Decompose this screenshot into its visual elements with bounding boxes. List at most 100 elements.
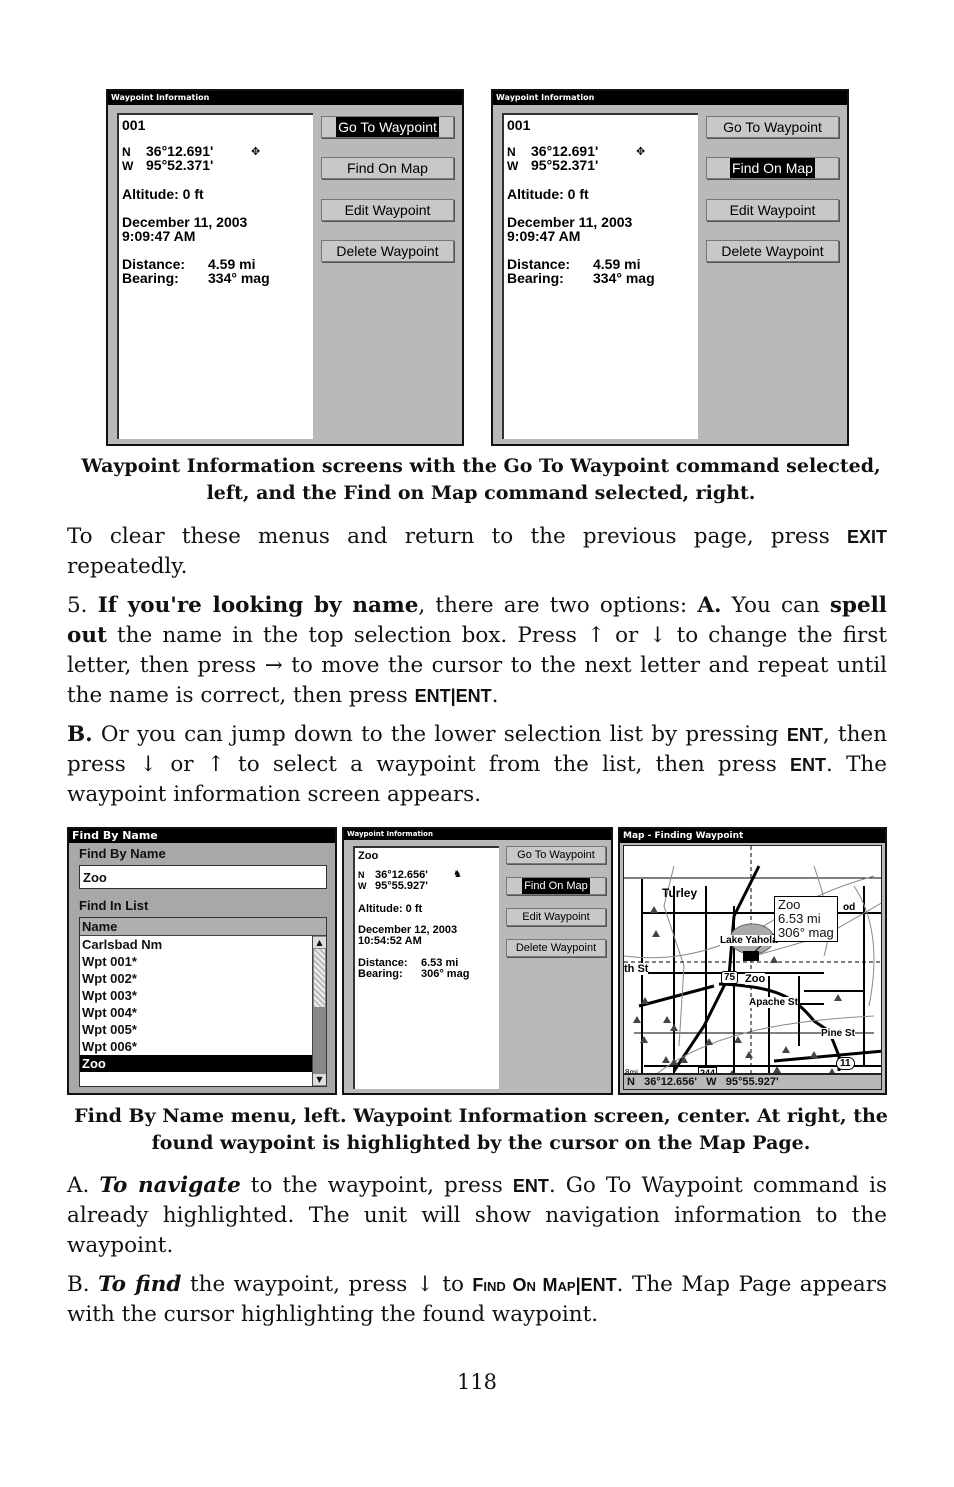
column-header-name: Name	[80, 918, 326, 936]
paragraph-clear-menus: To clear these menus and return to the p…	[67, 524, 887, 579]
popup-bearing: 306° mag	[778, 925, 834, 940]
longitude: 95°52.371'	[146, 157, 214, 173]
ent-key: ENT	[790, 755, 826, 775]
list-item[interactable]: Wpt 002*	[80, 970, 312, 987]
map-position-status: N 36°12.656' W 95°55.927'	[623, 1074, 882, 1090]
paragraph-option-b: B. Or you can jump down to the lower sel…	[67, 722, 888, 807]
down-arrow-icon: ↓	[139, 752, 158, 777]
right-arrow-icon: →	[264, 653, 283, 678]
down-arrow-icon: ↓	[415, 1272, 434, 1297]
altitude: Altitude: 0 ft	[122, 186, 204, 202]
map-label-highway-11: 11	[836, 1057, 855, 1070]
list-item[interactable]: Carlsbad Nm	[80, 936, 312, 953]
zoo-animal-icon: ♞	[453, 869, 462, 880]
figure-caption-2: Find By Name menu, left. Waypoint Inform…	[74, 1105, 888, 1154]
waypoint-details: 001 N 36°12.691' ✥ W 95°52.371' Altitude…	[502, 113, 698, 439]
waypoint-diamond-icon: ✥	[251, 145, 261, 158]
find-by-name-screen: Find By Name Find By Name Zoo Find In Li…	[67, 827, 337, 1095]
find-on-map-key: Find On Map	[472, 1275, 576, 1295]
waypoint-list: Name Carlsbad Nm Wpt 001* Wpt 002* Wpt 0…	[79, 917, 327, 1087]
ent-key: ENT	[512, 1176, 549, 1196]
ent-key: ENT	[786, 725, 823, 745]
ent-key: |ENT	[575, 1275, 617, 1295]
waypoint-details: 001 N 36°12.691' ✥ W 95°52.371' Altitude…	[117, 113, 313, 439]
map-label-lake: Lake Yahola	[720, 935, 778, 946]
ent-ent-key: ENT|ENT	[414, 686, 492, 706]
bearing-label: Bearing:	[358, 968, 403, 980]
altitude: Altitude: 0 ft	[507, 186, 589, 202]
waypoint-info-screen-right: Waypoint Information 001 N 36°12.691' ✥ …	[491, 89, 849, 446]
waypoint-name: Zoo	[358, 850, 379, 862]
go-to-waypoint-button[interactable]: Go To Waypoint	[321, 116, 454, 138]
waypoint-name: 001	[507, 117, 531, 133]
find-in-list-label: Find In List	[79, 898, 149, 913]
list-item[interactable]: Wpt 004*	[80, 1004, 312, 1021]
map-label-apache-st: Apache St	[749, 997, 798, 1008]
time: 9:09:47 AM	[507, 228, 581, 244]
up-arrow-icon: ↑	[587, 623, 606, 648]
edit-waypoint-button[interactable]: Edit Waypoint	[506, 908, 606, 926]
delete-waypoint-button[interactable]: Delete Waypoint	[706, 240, 839, 262]
paragraph-to-find: B. To find the waypoint, press ↓ to Find…	[67, 1272, 887, 1327]
map-graphics	[624, 846, 881, 1073]
popup-distance: 6.53 mi	[778, 911, 821, 926]
popup-name: Zoo	[778, 897, 801, 912]
bearing-value: 306° mag	[421, 968, 470, 980]
map-label-road: od	[843, 902, 856, 913]
bearing-label: Bearing:	[507, 270, 564, 286]
down-arrow-icon: ↓	[648, 623, 667, 648]
screen-title: Find By Name	[69, 829, 335, 843]
list-item[interactable]: Wpt 006*	[80, 1038, 312, 1055]
map-label-th-st: th St	[624, 963, 649, 975]
zoo-waypoint-icon	[743, 951, 759, 961]
waypoint-popup: Zoo 6.53 mi 306° mag	[774, 896, 838, 942]
list-item[interactable]: Wpt 003*	[80, 987, 312, 1004]
list-item[interactable]: Wpt 001*	[80, 953, 312, 970]
list-item-selected[interactable]: Zoo	[80, 1055, 312, 1072]
delete-waypoint-button[interactable]: Delete Waypoint	[506, 939, 606, 957]
lat-prefix: N	[122, 145, 131, 159]
waypoint-details: Zoo N 36°12.656' ♞ W 95°55.927' Altitude…	[353, 846, 499, 1089]
edit-waypoint-button[interactable]: Edit Waypoint	[321, 199, 454, 221]
waypoint-diamond-icon: ✥	[636, 145, 646, 158]
edit-waypoint-button[interactable]: Edit Waypoint	[706, 199, 839, 221]
screen-title: Waypoint Information	[344, 829, 611, 840]
find-on-map-button[interactable]: Find On Map	[321, 157, 454, 179]
find-on-map-button[interactable]: Find On Map	[506, 877, 606, 895]
map-label-highway-244: 244	[698, 1067, 718, 1073]
up-arrow-icon: ↑	[206, 752, 225, 777]
map-label-zoo: Zoo	[745, 973, 766, 985]
find-by-name-label: Find By Name	[79, 846, 166, 861]
delete-waypoint-button[interactable]: Delete Waypoint	[321, 240, 454, 262]
map-label-pine-st: Pine St	[821, 1028, 855, 1039]
waypoint-info-screen-left: Waypoint Information 001 N 36°12.691' ✥ …	[106, 89, 464, 446]
lon-prefix: W	[358, 881, 367, 891]
lon-prefix: W	[122, 159, 134, 173]
lat-prefix: N	[507, 145, 516, 159]
go-to-waypoint-button[interactable]: Go To Waypoint	[506, 846, 606, 864]
time: 10:54:52 AM	[358, 935, 422, 947]
go-to-waypoint-button[interactable]: Go To Waypoint	[706, 116, 839, 138]
lon-prefix: W	[507, 159, 519, 173]
waypoint-info-screen-center: Waypoint Information Zoo N 36°12.656' ♞ …	[342, 827, 613, 1095]
find-on-map-button[interactable]: Find On Map	[706, 157, 839, 179]
paragraph-to-navigate: A. To navigate to the waypoint, press EN…	[67, 1173, 887, 1258]
longitude: 95°52.371'	[531, 157, 599, 173]
scroll-thumb[interactable]	[314, 949, 325, 1007]
list-scrollbar[interactable]: ▲ ▼	[312, 936, 326, 1086]
longitude: 95°55.927'	[375, 880, 428, 892]
exit-key: EXIT	[846, 527, 887, 547]
page-number: 118	[456, 1370, 498, 1394]
name-input[interactable]: Zoo	[79, 865, 327, 889]
map-label-turley: Turley	[662, 886, 698, 900]
figure-caption-1: Waypoint Information screens with the Go…	[81, 455, 881, 504]
list-item[interactable]: Wpt 005*	[80, 1021, 312, 1038]
bearing-value: 334° mag	[593, 270, 655, 286]
map-view[interactable]: Turley Lake Yahola th St 75 Zoo Apache S…	[623, 845, 882, 1074]
waypoint-name: 001	[122, 117, 146, 133]
screen-title: Map - Finding Waypoint	[620, 829, 885, 843]
bearing-label: Bearing:	[122, 270, 179, 286]
scroll-down-icon[interactable]: ▼	[313, 1074, 326, 1085]
scroll-up-icon[interactable]: ▲	[313, 937, 326, 948]
bearing-value: 334° mag	[208, 270, 270, 286]
